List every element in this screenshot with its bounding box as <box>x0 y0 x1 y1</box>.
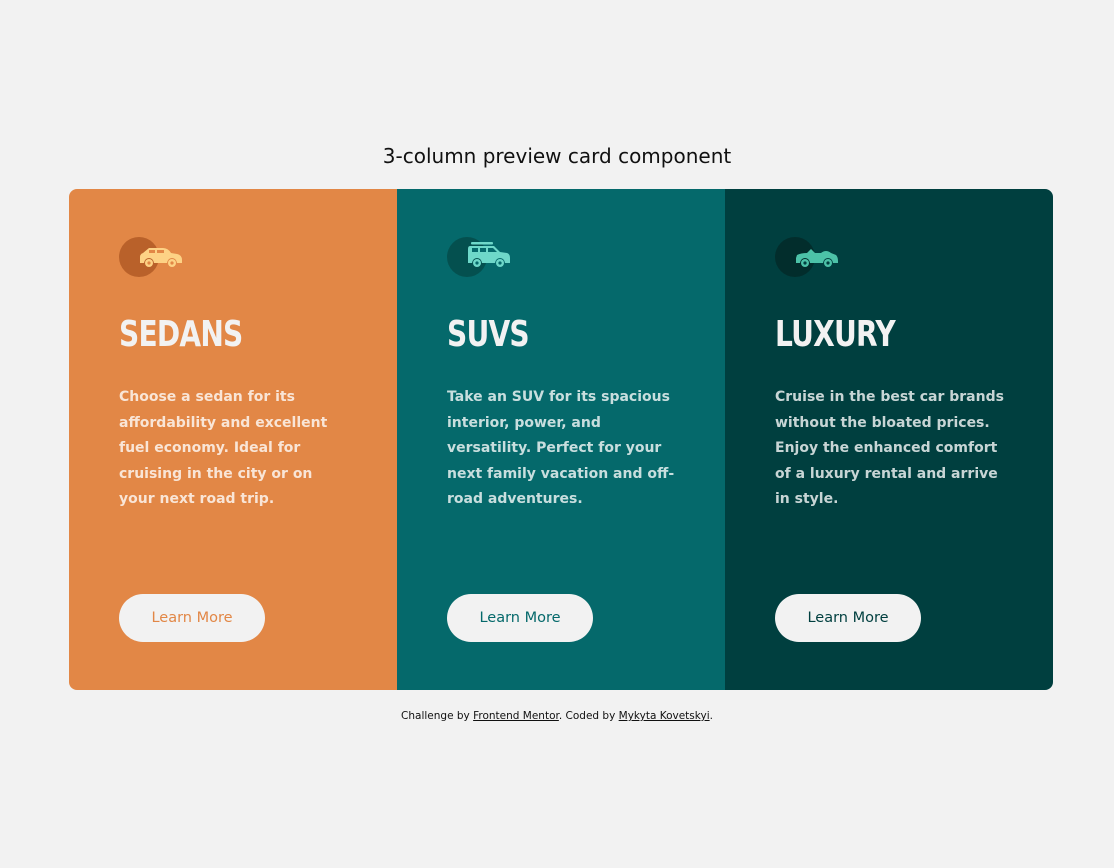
sedan-icon-wrapper <box>119 236 185 278</box>
card-luxury: Luxury Cruise in the best car brands wit… <box>725 189 1053 690</box>
card-suvs: SUVs Take an SUV for its spacious interi… <box>397 189 725 690</box>
sedan-car-icon <box>140 248 182 267</box>
attribution-suffix: . <box>709 710 713 722</box>
luxury-car-icon <box>796 249 838 267</box>
attribution-middle: . Coded by <box>558 710 619 722</box>
suv-car-icon <box>468 242 510 267</box>
author-link[interactable]: Mykyta Kovetskyi <box>619 710 710 722</box>
attribution: Challenge by Frontend Mentor. Coded by M… <box>0 710 1114 722</box>
card-title: Sedans <box>119 314 243 355</box>
learn-more-button[interactable]: Learn More <box>119 594 265 642</box>
card-title: SUVs <box>447 314 530 355</box>
card-description: Cruise in the best car brands without th… <box>775 389 1004 507</box>
learn-more-button[interactable]: Learn More <box>447 594 593 642</box>
suv-icon-wrapper <box>447 236 513 278</box>
page-title: 3-column preview card component <box>382 144 732 168</box>
cards-container: Sedans Choose a sedan for its affordabil… <box>69 189 1053 690</box>
luxury-icon-wrapper <box>775 236 841 278</box>
card-description: Take an SUV for its spacious interior, p… <box>447 389 675 507</box>
card-sedans: Sedans Choose a sedan for its affordabil… <box>69 189 397 690</box>
card-title: Luxury <box>775 314 896 355</box>
card-description: Choose a sedan for its affordability and… <box>119 389 328 507</box>
frontend-mentor-link[interactable]: Frontend Mentor <box>473 710 559 722</box>
learn-more-button[interactable]: Learn More <box>775 594 921 642</box>
attribution-prefix: Challenge by <box>401 710 474 722</box>
